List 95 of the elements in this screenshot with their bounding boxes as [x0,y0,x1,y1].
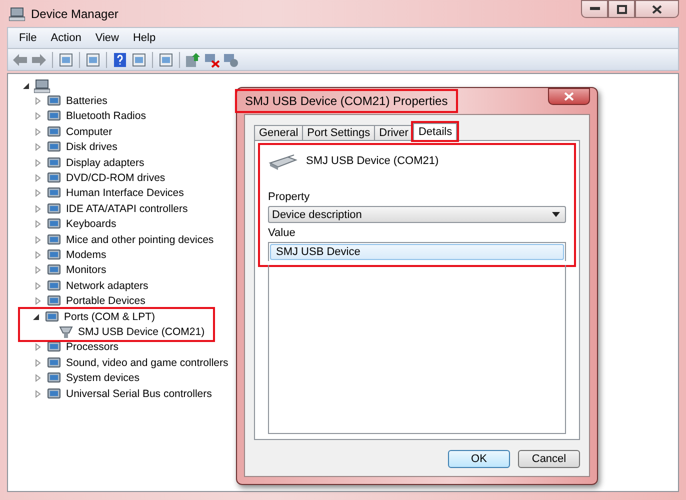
device-icon [46,140,62,154]
tree-item[interactable]: Universal Serial Bus controllers [65,388,212,400]
device-icon [46,371,62,386]
tree-item[interactable]: Keyboards [65,218,116,230]
caret-icon [552,212,560,217]
tree-item[interactable]: DVD/CD-ROM drives [65,172,166,184]
tree-item[interactable]: Monitors [65,264,106,276]
minimize-button[interactable] [581,0,608,18]
device-icon [46,217,62,232]
device-icon [46,94,62,108]
menu-item[interactable]: Action [44,32,88,44]
expand-arrow-icon[interactable] [34,97,42,106]
device-icon [46,186,62,200]
close-icon [652,4,662,14]
tab[interactable]: Driver [374,125,414,140]
device-icon [46,386,62,400]
expand-arrow-icon[interactable] [34,297,42,306]
collapse-arrow-icon[interactable] [22,82,30,90]
tree-item[interactable]: System devices [65,372,140,384]
menu-item[interactable]: View [88,32,126,44]
expand-arrow-icon[interactable] [34,128,42,136]
expand-arrow-icon[interactable] [34,390,42,398]
tab[interactable]: Port Settings [302,125,376,140]
expand-arrow-icon[interactable] [34,189,42,198]
expand-arrow-icon[interactable] [34,266,42,274]
maximize-button[interactable] [608,0,635,18]
menu-item[interactable]: Help [126,32,163,44]
device-icon [46,278,62,293]
expand-arrow-icon[interactable] [34,158,42,167]
list-item[interactable]: SMJ USB Device [270,244,564,260]
menu-item[interactable]: File [12,32,44,44]
tree-item[interactable]: Modems [65,248,106,261]
tree-item[interactable]: Mice and other pointing devices [65,234,214,246]
tab[interactable]: General [254,125,304,140]
device-icon [46,340,62,354]
tab[interactable]: Details [413,123,458,140]
expand-arrow-icon[interactable] [34,374,42,382]
expand-arrow-icon[interactable] [34,112,42,120]
remove-icon[interactable] [204,52,220,68]
tree-item[interactable]: Sound, video and game controllers [65,356,228,369]
field-label: Value [268,227,296,239]
tree-item[interactable]: Processors [65,341,119,354]
tree-item[interactable]: Computer [65,126,112,138]
expand-arrow-icon[interactable] [34,143,42,152]
dialog-title: SMJ USB Device (COM21) Properties [237,91,456,111]
collapse-arrow-icon[interactable] [32,312,40,321]
tree-item[interactable]: Batteries [65,95,108,108]
tree-item[interactable]: Disk drives [65,141,118,154]
window-icon[interactable] [131,52,147,68]
window-title: Device Manager [31,6,118,20]
expand-arrow-icon[interactable] [34,250,42,259]
device-icon [46,356,62,370]
computer-icon [34,78,50,93]
device-icon [46,232,62,247]
device-icon [46,124,62,139]
help-icon[interactable] [112,52,128,68]
maximize-icon [616,4,626,14]
tree-item[interactable]: Display adapters [65,156,144,169]
device-icon [46,294,62,308]
tree-item[interactable]: Ports (COM & LPT) [63,310,156,323]
right-arrow-icon[interactable] [31,52,47,68]
tree-item[interactable]: Human Interface Devices [65,187,184,200]
tree-item[interactable]: Network adapters [65,280,148,292]
tree-item[interactable]: Bluetooth Radios [65,110,146,122]
expand-arrow-icon[interactable] [34,343,42,352]
device-icon [46,248,62,262]
device-name: SMJ USB Device (COM21) [306,154,439,167]
minimize-icon [590,7,600,11]
expand-arrow-icon[interactable] [34,174,42,182]
tree-item[interactable]: IDE ATA/ATAPI controllers [65,202,188,215]
device-icon [46,156,62,170]
device-icon [44,310,60,324]
device-icon [46,202,62,216]
device-icon [46,171,62,186]
device-icon [46,263,62,278]
close-button[interactable] [548,88,590,105]
close-button[interactable] [635,0,679,18]
property-dropdown[interactable]: Device description [268,206,566,223]
connector-icon [58,324,74,339]
expand-arrow-icon[interactable] [34,358,42,367]
update-icon[interactable] [185,52,201,68]
device-icon [46,109,62,124]
field-label: Property [268,191,311,203]
close-icon [564,92,574,101]
expand-arrow-icon[interactable] [34,282,42,290]
tree-item[interactable]: SMJ USB Device (COM21) [77,326,205,338]
expand-arrow-icon[interactable] [34,236,42,244]
left-arrow-icon[interactable] [12,52,28,68]
expand-arrow-icon[interactable] [34,220,42,228]
expand-arrow-icon[interactable] [34,204,42,213]
ok-button[interactable]: OK [448,450,510,468]
panel-icon[interactable] [58,52,74,68]
cancel-button[interactable]: Cancel [518,450,580,468]
computer-icon [9,6,25,20]
tree-item[interactable]: Portable Devices [65,295,146,308]
